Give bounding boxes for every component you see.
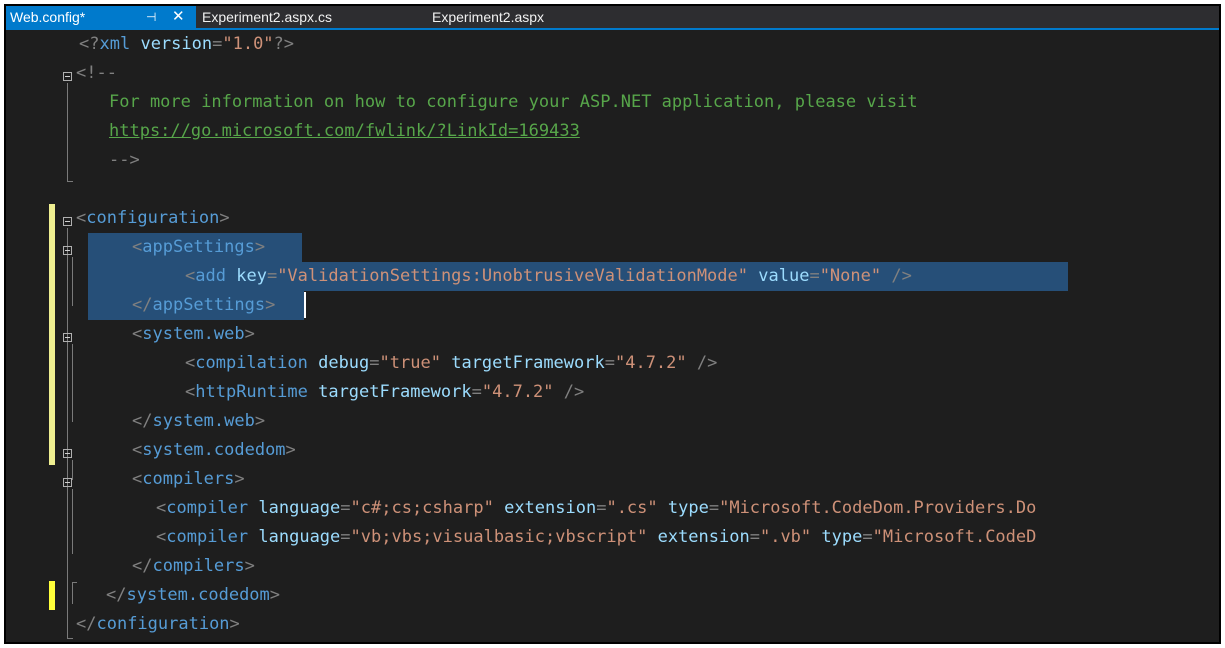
editor-window: Web.config* ⊣ ✕ Experiment2.aspx.cs Expe… <box>4 4 1221 644</box>
comment-link[interactable]: https://go.microsoft.com/fwlink/?LinkId=… <box>109 117 580 146</box>
tab-web-config[interactable]: Web.config* ⊣ ✕ <box>6 6 196 28</box>
xml-declaration: <?xml version="1.0"?> <box>79 34 295 54</box>
compiler-vb-tag: <compiler language="vb;vbs;visualbasic;v… <box>156 527 1037 547</box>
code-line: <compilers> <box>6 465 1219 494</box>
code-line: <appSettings> <box>6 233 1219 262</box>
code-line: https://go.microsoft.com/fwlink/?LinkId=… <box>6 117 1219 146</box>
httpruntime-tag: <httpRuntime targetFramework="4.7.2" /> <box>185 382 585 402</box>
system-web-open-tag: <system.web> <box>132 324 255 344</box>
tab-label: Web.config* <box>10 9 86 25</box>
close-icon[interactable]: ✕ <box>172 6 185 28</box>
tab-label: Experiment2.aspx <box>432 9 545 25</box>
configuration-open-tag: <configuration> <box>76 208 230 228</box>
system-web-close-tag: </system.web> <box>132 411 266 431</box>
code-line: </compilers> <box>6 552 1219 581</box>
system-codedom-open-tag: <system.codedom> <box>132 440 296 460</box>
document-tab-bar: Web.config* ⊣ ✕ Experiment2.aspx.cs Expe… <box>6 6 1219 30</box>
pin-icon[interactable]: ⊣ <box>146 6 156 28</box>
system-codedom-close-tag: </system.codedom> <box>106 585 281 605</box>
comment-open: <!-- <box>76 63 117 83</box>
code-line: <add key="ValidationSettings:Unobtrusive… <box>6 262 1219 291</box>
code-line: <!-- <box>6 59 1219 88</box>
tab-label: Experiment2.aspx.cs <box>202 9 332 25</box>
code-line: <system.codedom> <box>6 436 1219 465</box>
code-line: --> <box>6 146 1219 175</box>
add-setting-tag: <add key="ValidationSettings:Unobtrusive… <box>185 266 912 286</box>
code-line: <httpRuntime targetFramework="4.7.2" /> <box>6 378 1219 407</box>
code-line: For more information on how to configure… <box>6 88 1219 117</box>
code-line: <compilation debug="true" targetFramewor… <box>6 349 1219 378</box>
code-line: <system.web> <box>6 320 1219 349</box>
compilers-open-tag: <compilers> <box>132 469 245 489</box>
comment-text: For more information on how to configure… <box>109 92 918 112</box>
code-line: </system.web> <box>6 407 1219 436</box>
code-line: </system.codedom> <box>6 581 1219 610</box>
comment-close: --> <box>109 150 140 170</box>
tab-experiment2-aspx[interactable]: Experiment2.aspx <box>428 6 598 28</box>
outline-guide <box>67 181 73 182</box>
code-editor[interactable]: <?xml version="1.0"?> <!-- For more info… <box>6 30 1219 642</box>
appsettings-close-tag: </appSettings> <box>132 295 276 315</box>
compilers-close-tag: </compilers> <box>132 556 255 576</box>
code-line: <?xml version="1.0"?> <box>6 30 1219 59</box>
code-line: <compiler language="vb;vbs;visualbasic;v… <box>6 523 1219 552</box>
code-line: </appSettings> <box>6 291 1219 320</box>
configuration-close-tag: </configuration> <box>76 614 240 634</box>
code-line: <compiler language="c#;cs;csharp" extens… <box>6 494 1219 523</box>
compiler-csharp-tag: <compiler language="c#;cs;csharp" extens… <box>156 498 1037 518</box>
code-line: </configuration> <box>6 610 1219 639</box>
appsettings-open-tag: <appSettings> <box>132 237 266 257</box>
tab-experiment2-aspx-cs[interactable]: Experiment2.aspx.cs <box>198 6 408 28</box>
code-line: <configuration> <box>6 204 1219 233</box>
compilation-tag: <compilation debug="true" targetFramewor… <box>185 353 718 373</box>
